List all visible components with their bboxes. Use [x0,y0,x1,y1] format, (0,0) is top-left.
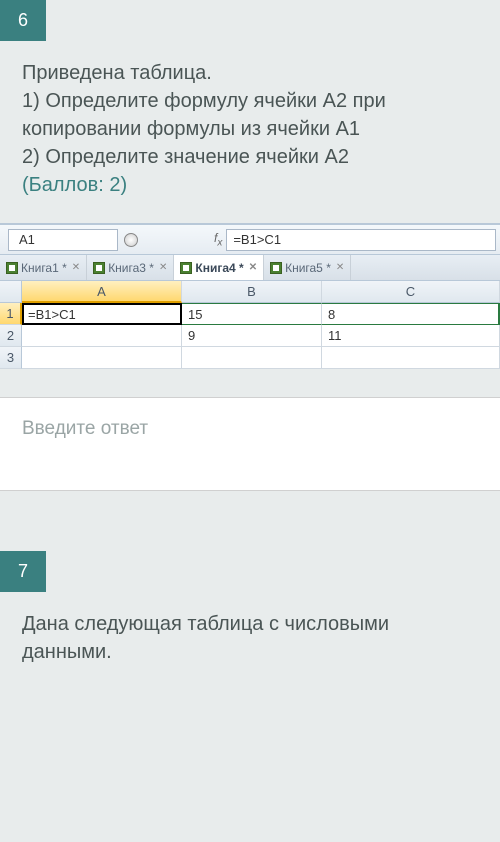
workbook-tab[interactable]: Книга5 * ✕ [264,255,351,280]
row-header-3[interactable]: 3 [0,347,22,369]
answer-placeholder: Введите ответ [22,418,148,439]
close-icon[interactable]: ✕ [72,262,80,273]
excel-file-icon [270,262,282,274]
answer-input-section[interactable]: Введите ответ [0,397,500,491]
close-icon[interactable]: ✕ [159,262,167,273]
question-part-2: 2) Определите значение ячейки A2 [22,143,478,171]
column-header-c[interactable]: C [322,281,500,303]
question-number-badge: 6 [0,0,46,41]
formula-bar-controls [124,233,138,247]
question-points: (Баллов: 2) [22,171,478,199]
formula-input[interactable]: =B1>C1 [226,229,496,251]
tab-label: Книга4 * [195,261,243,275]
tab-label: Книга1 * [21,261,67,275]
name-box[interactable]: A1 [8,229,118,251]
question-number-badge: 7 [0,551,46,592]
workbook-tab-active[interactable]: Книга4 * ✕ [174,255,264,280]
row-header-2[interactable]: 2 [0,325,22,347]
row-header-1[interactable]: 1 [0,303,22,325]
column-header-b[interactable]: B [182,281,322,303]
question-text: Приведена таблица. 1) Определите формулу… [0,41,500,199]
excel-file-icon [180,262,192,274]
cell-a1[interactable]: =B1>C1 [22,303,182,325]
excel-file-icon [6,262,18,274]
spreadsheet-grid: A B C 1 =B1>C1 15 8 2 9 11 3 [0,281,500,369]
tab-label: Книга3 * [108,261,154,275]
fx-icon[interactable]: fx [214,231,222,248]
cell-a3[interactable] [22,347,182,369]
cell-c3[interactable] [322,347,500,369]
cell-c2[interactable]: 11 [322,325,500,347]
cell-b3[interactable] [182,347,322,369]
cell-b1[interactable]: 15 [182,303,322,325]
cell-b2[interactable]: 9 [182,325,322,347]
question-part-1: 1) Определите формулу ячейки A2 при копи… [22,87,478,143]
formula-bar: A1 fx =B1>C1 [0,225,500,255]
question-7-block: 7 Дана следующая таблица с числовыми дан… [0,551,500,676]
workbook-tab[interactable]: Книга1 * ✕ [0,255,87,280]
workbook-tab[interactable]: Книга3 * ✕ [87,255,174,280]
workbook-tabs: Книга1 * ✕ Книга3 * ✕ Книга4 * ✕ Книга5 … [0,255,500,281]
excel-screenshot: A1 fx =B1>C1 Книга1 * ✕ Книга3 * ✕ Книга… [0,223,500,369]
question-6-block: 6 Приведена таблица. 1) Определите форму… [0,0,500,511]
select-all-corner[interactable] [0,281,22,303]
cell-c1[interactable]: 8 [322,303,500,325]
cell-a2[interactable] [22,325,182,347]
question-intro: Приведена таблица. [22,59,478,87]
excel-file-icon [93,262,105,274]
name-box-dropdown-icon[interactable] [124,233,138,247]
close-icon[interactable]: ✕ [336,262,344,273]
column-header-a[interactable]: A [22,281,182,303]
tab-label: Книга5 * [285,261,331,275]
question-text: Дана следующая таблица с числовыми данны… [0,592,500,666]
close-icon[interactable]: ✕ [249,262,257,273]
